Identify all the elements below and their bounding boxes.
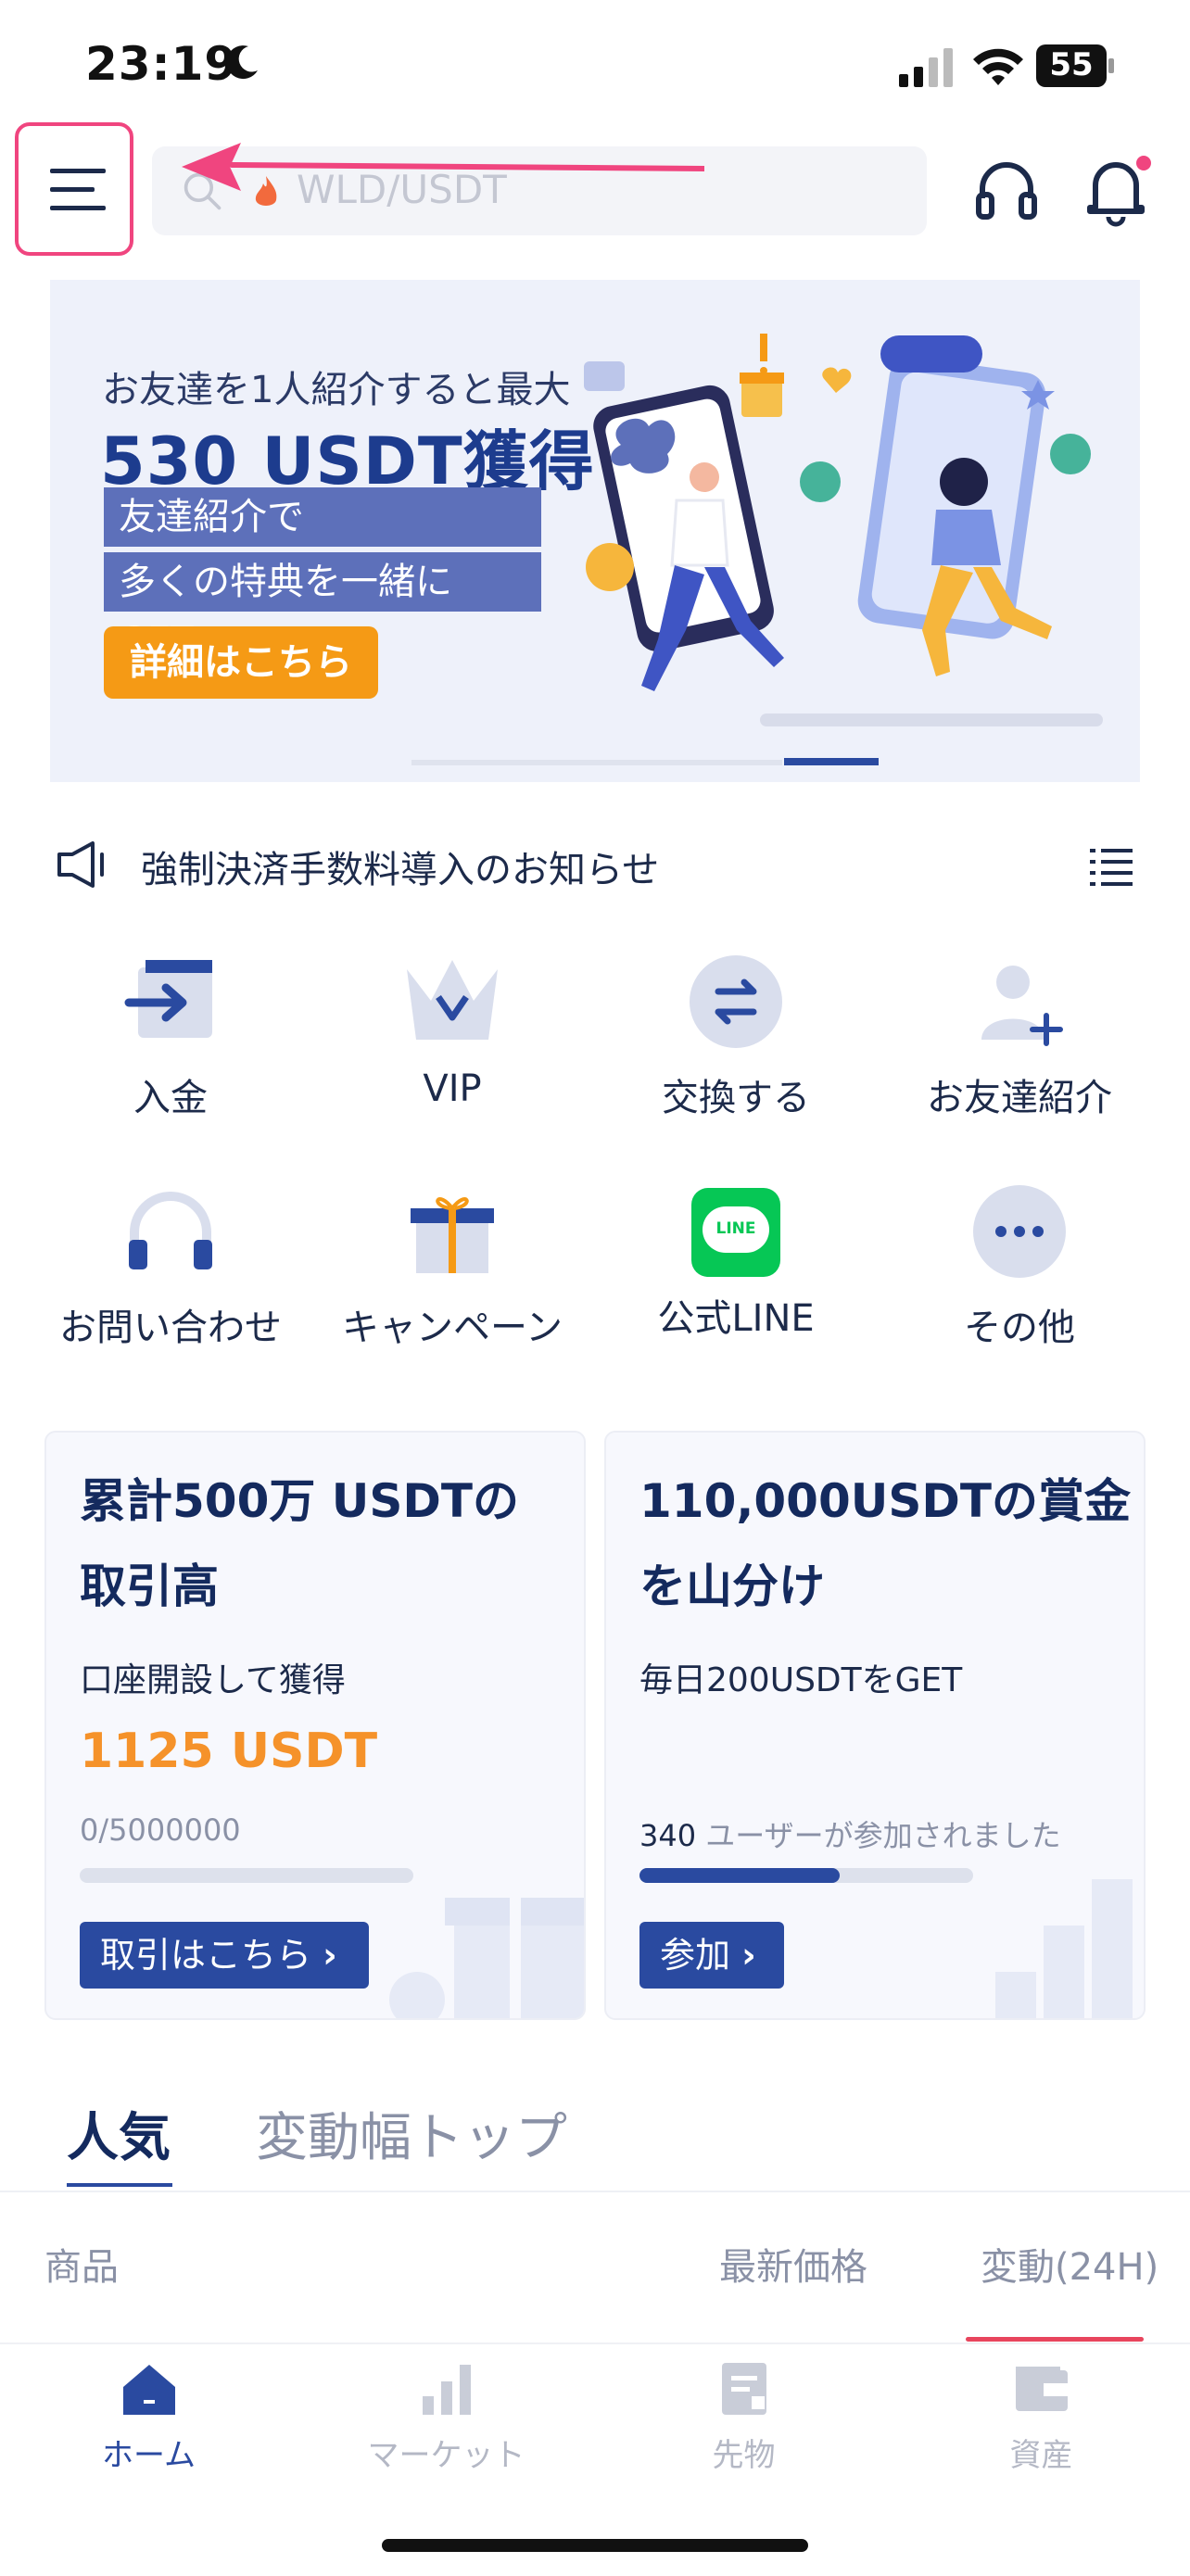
trade-now-button[interactable]: 取引はこちら ›: [80, 1922, 369, 1989]
nav-market[interactable]: マーケット: [298, 2354, 595, 2475]
line-icon: LINE: [691, 1188, 780, 1277]
banner-line1: お友達を1人紹介すると最大: [102, 369, 571, 411]
gift-decoration-icon: [389, 1898, 584, 2018]
participants-suffix: ユーザーが参加されました: [696, 1818, 1061, 1853]
tabs-divider: [0, 2191, 1190, 2192]
quick-support[interactable]: お問い合わせ: [32, 1181, 310, 1351]
participants-count: 340: [639, 1818, 697, 1853]
progress-text: 0/5000000: [80, 1812, 241, 1848]
quick-vip[interactable]: VIP: [313, 951, 591, 1110]
join-label: 参加: [660, 1935, 731, 1976]
quick-campaign[interactable]: キャンペーン: [313, 1181, 591, 1351]
grid-label: お問い合わせ: [59, 1307, 282, 1349]
card-title-line2: 取引高: [80, 1559, 219, 1613]
moon-icon: [226, 45, 258, 80]
notice-list-icon[interactable]: [1090, 847, 1133, 886]
menu-button[interactable]: [15, 122, 133, 256]
notification-bell-icon[interactable]: [1082, 154, 1153, 228]
status-time: 23:19: [85, 37, 238, 91]
grid-label: VIP: [423, 1067, 482, 1110]
customer-support-icon[interactable]: [973, 158, 1040, 224]
vip-crown-icon: [407, 960, 498, 1040]
gift-icon: [411, 1197, 494, 1273]
card-subtitle: 口座開設して獲得: [80, 1661, 346, 1699]
card-subtitle: 毎日200USDTをGET: [639, 1661, 963, 1699]
trading-volume-card[interactable]: 累計500万 USDTの 取引高 口座開設して獲得 1125 USDT 0/50…: [44, 1431, 586, 2020]
battery-icon: 55: [1036, 44, 1116, 87]
quick-exchange[interactable]: 交換する: [597, 951, 875, 1121]
grid-label: 入金: [133, 1077, 208, 1119]
tab-active-underline: [67, 2183, 172, 2187]
banner-line4: 多くの特典を一緒にGET: [104, 552, 541, 663]
carousel-track: [411, 760, 782, 765]
annotation-arrow: [182, 143, 704, 191]
deposit-icon: [124, 960, 212, 1038]
home-indicator: [382, 2539, 808, 2552]
trade-now-label: 取引はこちら: [100, 1935, 312, 1976]
progress-track: [80, 1868, 413, 1883]
nav-label: 先物: [712, 2437, 776, 2474]
invite-friend-icon: [981, 966, 1063, 1046]
hamburger-menu-icon: [50, 169, 106, 210]
column-header-product: 商品: [44, 2246, 119, 2289]
support-headset-icon: [129, 1192, 212, 1269]
quick-invite[interactable]: お友達紹介: [880, 951, 1158, 1121]
line-icon-text: LINE: [715, 1219, 756, 1238]
grid-label: 交換する: [662, 1077, 810, 1119]
exchange-icon: [690, 955, 782, 1048]
futures-icon: [721, 2363, 766, 2415]
card-title-line2: を山分け: [639, 1559, 825, 1613]
more-icon: [973, 1185, 1066, 1278]
quick-line[interactable]: LINE 公式LINE: [597, 1181, 875, 1342]
notice-text[interactable]: 強制決済手数料導入のお知らせ: [141, 840, 659, 893]
battery-level: 55: [1049, 46, 1094, 83]
progress-track: [639, 1868, 973, 1883]
grid-label: お友達紹介: [927, 1077, 1112, 1119]
carousel-active-indicator: [784, 758, 879, 765]
grid-label: 公式LINE: [657, 1297, 815, 1340]
wifi-icon: [973, 48, 1023, 85]
nav-futures[interactable]: 先物: [595, 2354, 892, 2475]
nav-label: ホーム: [102, 2437, 196, 2474]
cellular-signal-icon: [899, 48, 953, 87]
nav-label: 資産: [1009, 2437, 1073, 2474]
column-header-change[interactable]: 変動(24H): [981, 2237, 1158, 2291]
grid-label: その他: [964, 1307, 1075, 1349]
prize-pool-card[interactable]: 110,000USDTの賞金 を山分け 毎日200USDTをGET 340 ユー…: [604, 1431, 1146, 2020]
tab-top-movers[interactable]: 変動幅トップ: [256, 2096, 567, 2171]
chevron-right-icon: ›: [741, 1935, 756, 1976]
progress-fill: [639, 1868, 840, 1883]
banner-details-button[interactable]: 詳細はこちら: [104, 626, 378, 699]
card-title-line1: 110,000USDTの賞金: [639, 1474, 1131, 1528]
bar-chart-decoration-icon: [995, 1879, 1133, 2018]
nav-label: マーケット: [367, 2437, 525, 2474]
column-header-price[interactable]: 最新価格: [719, 2237, 867, 2291]
quick-more[interactable]: その他: [880, 1181, 1158, 1351]
reward-amount: 1125 USDT: [80, 1724, 378, 1779]
participants-text: 340 ユーザーが参加されました: [639, 1812, 1061, 1855]
tab-popular[interactable]: 人気: [67, 2096, 171, 2171]
announcement-speaker-icon: [57, 841, 104, 888]
sort-indicator: [966, 2337, 1144, 2342]
home-icon: [122, 2365, 175, 2415]
banner-illustration: [584, 334, 1103, 726]
market-icon: [422, 2365, 471, 2415]
grid-label: キャンペーン: [342, 1307, 563, 1349]
wallet-icon: [1015, 2367, 1068, 2411]
join-button[interactable]: 参加 ›: [639, 1922, 784, 1989]
nav-assets[interactable]: 資産: [892, 2354, 1190, 2475]
banner-line3: 友達紹介で: [104, 487, 541, 547]
card-title-line1: 累計500万 USDTの: [80, 1474, 519, 1528]
nav-home[interactable]: ホーム: [0, 2354, 298, 2475]
chevron-right-icon: ›: [323, 1935, 337, 1976]
quick-deposit[interactable]: 入金: [32, 951, 310, 1121]
